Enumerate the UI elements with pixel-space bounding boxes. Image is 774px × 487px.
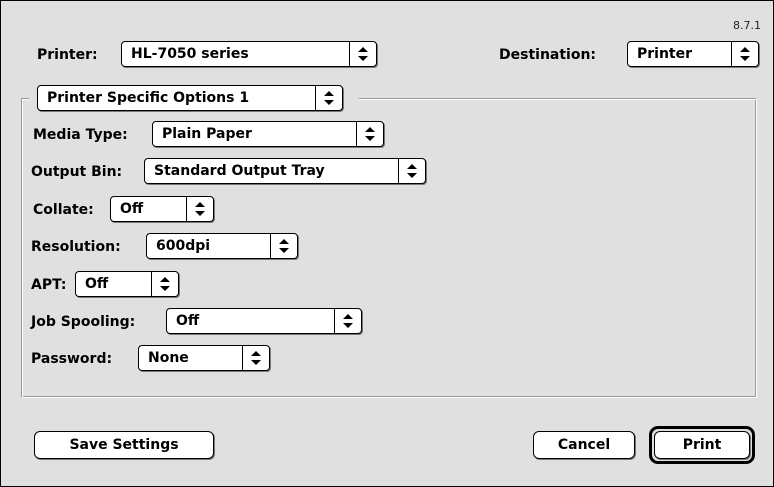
apt-popup[interactable]: Off <box>75 271 179 297</box>
password-value: None <box>148 350 189 366</box>
options-panel-popup[interactable]: Printer Specific Options 1 <box>37 85 343 111</box>
up-down-arrows-icon <box>242 346 269 370</box>
up-down-arrows-icon <box>731 42 758 66</box>
resolution-label: Resolution: <box>31 239 121 255</box>
destination-popup[interactable]: Printer <box>627 41 759 67</box>
job-spooling-popup[interactable]: Off <box>166 308 362 334</box>
options-group-box <box>21 98 757 398</box>
up-down-arrows-icon <box>356 122 383 146</box>
output-bin-label: Output Bin: <box>31 164 123 180</box>
print-dialog: 8.7.1 Printer: HL-7050 series Destinatio… <box>0 0 774 487</box>
up-down-arrows-icon <box>315 86 342 110</box>
collate-value: Off <box>120 201 144 217</box>
up-down-arrows-icon <box>270 234 297 258</box>
options-panel-value: Printer Specific Options 1 <box>47 90 250 106</box>
destination-label: Destination: <box>499 47 597 63</box>
media-type-popup[interactable]: Plain Paper <box>152 121 384 147</box>
version-label: 8.7.1 <box>733 19 761 32</box>
printer-popup[interactable]: HL-7050 series <box>121 41 377 67</box>
cancel-button[interactable]: Cancel <box>533 431 635 459</box>
destination-value: Printer <box>637 46 693 62</box>
output-bin-popup[interactable]: Standard Output Tray <box>144 158 426 184</box>
password-popup[interactable]: None <box>138 345 270 371</box>
up-down-arrows-icon <box>151 272 178 296</box>
save-settings-button[interactable]: Save Settings <box>34 431 214 459</box>
media-type-label: Media Type: <box>33 127 128 143</box>
job-spooling-value: Off <box>176 313 200 329</box>
printer-value: HL-7050 series <box>131 46 249 62</box>
resolution-value: 600dpi <box>156 238 211 254</box>
apt-value: Off <box>85 276 109 292</box>
output-bin-value: Standard Output Tray <box>154 163 325 179</box>
print-button[interactable]: Print <box>654 431 750 459</box>
up-down-arrows-icon <box>186 197 213 221</box>
collate-label: Collate: <box>33 202 94 218</box>
job-spooling-label: Job Spooling: <box>31 314 136 330</box>
apt-label: APT: <box>31 277 67 293</box>
up-down-arrows-icon <box>334 309 361 333</box>
up-down-arrows-icon <box>349 42 376 66</box>
printer-label: Printer: <box>37 47 98 63</box>
password-label: Password: <box>31 351 113 367</box>
up-down-arrows-icon <box>398 159 425 183</box>
collate-popup[interactable]: Off <box>110 196 214 222</box>
resolution-popup[interactable]: 600dpi <box>146 233 298 259</box>
media-type-value: Plain Paper <box>162 126 252 142</box>
